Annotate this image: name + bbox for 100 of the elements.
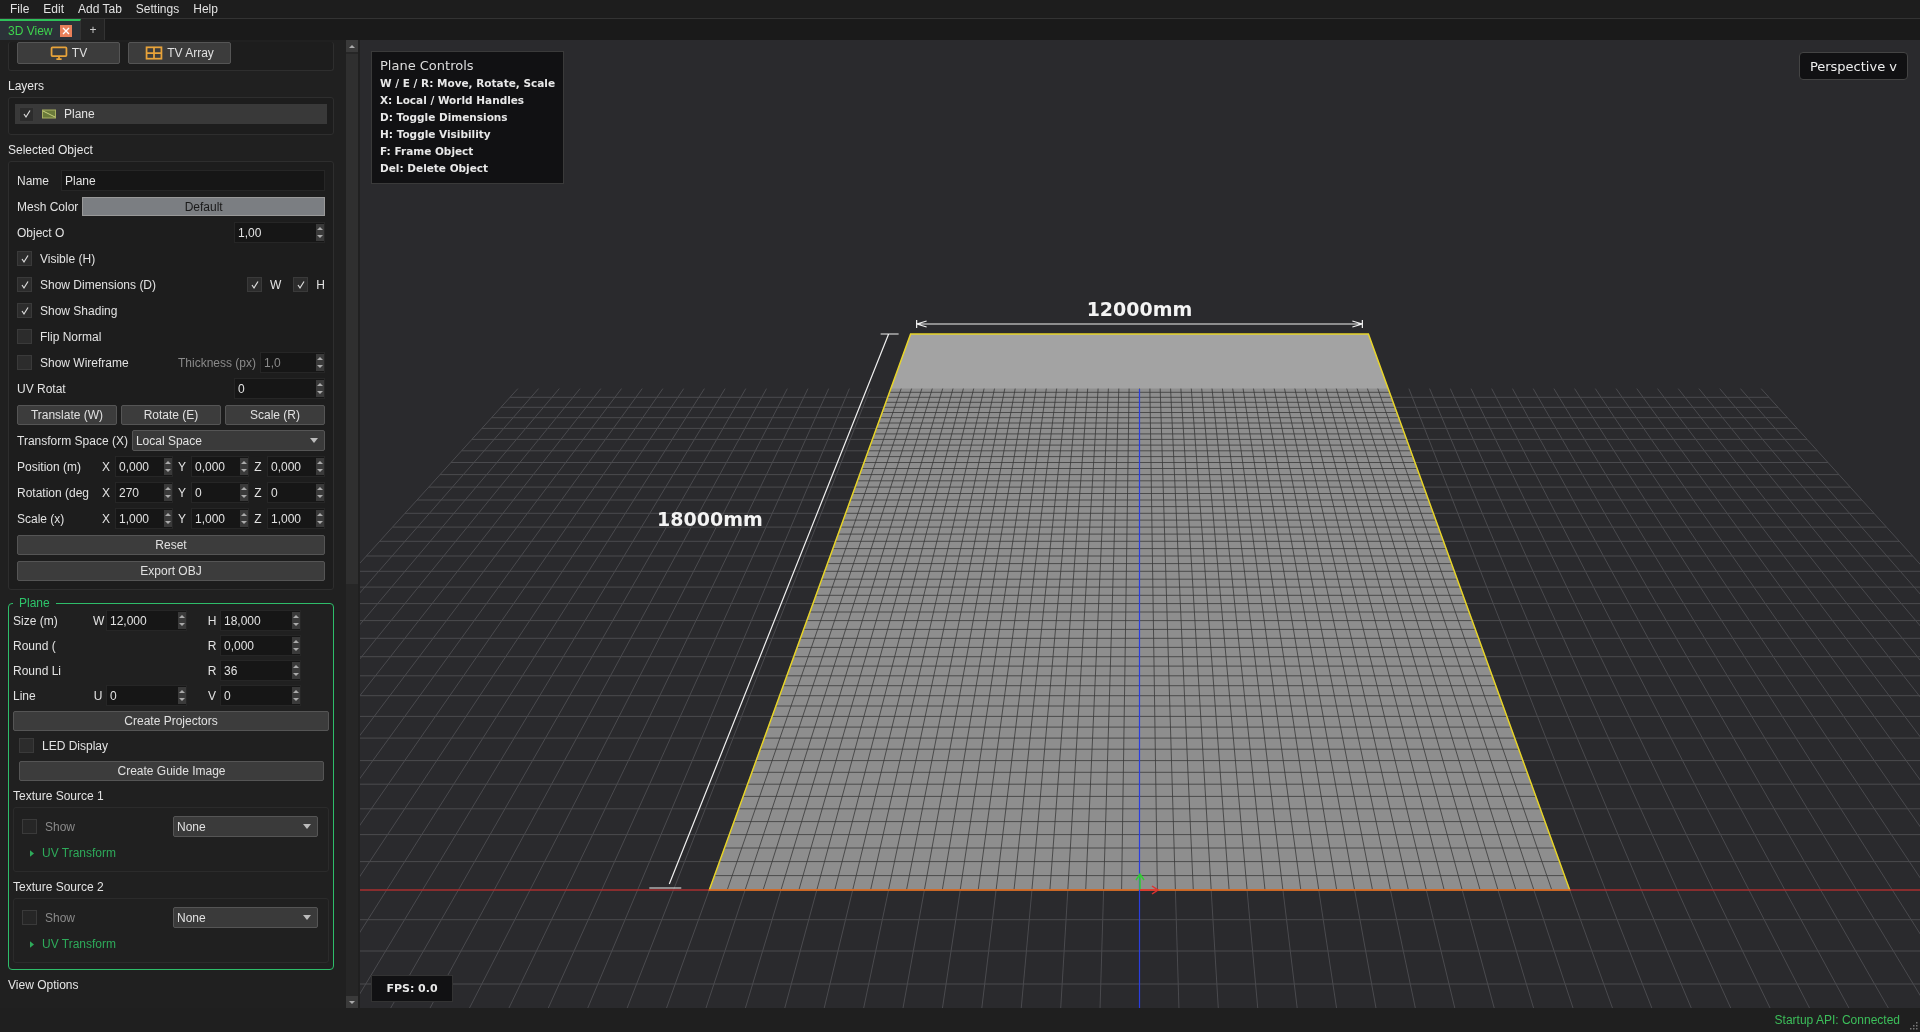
field-label: Scale (x)	[17, 511, 66, 526]
camera-button[interactable]: Perspective v	[1798, 52, 1908, 80]
number-field[interactable]: 270	[115, 482, 173, 503]
stepper-button[interactable]	[164, 484, 172, 501]
number-field[interactable]: 0,000	[115, 456, 173, 477]
stepper-button[interactable]	[292, 612, 300, 629]
action-button[interactable]: Create Projectors	[13, 710, 329, 731]
checkmark-icon	[19, 305, 30, 316]
checkbox[interactable]	[17, 251, 32, 266]
axis-label: X	[101, 511, 111, 526]
stepper-button[interactable]	[316, 380, 324, 397]
transform-button[interactable]: Translate (W)	[17, 404, 117, 425]
number-field[interactable]: 0,000	[267, 456, 325, 477]
stepper-button[interactable]	[316, 458, 324, 475]
section-title: Layers	[8, 79, 45, 93]
stepper-button[interactable]	[178, 612, 186, 629]
menu-item[interactable]: Settings	[129, 2, 188, 16]
expander[interactable]: UV Transform	[22, 845, 116, 861]
expander[interactable]: UV Transform	[22, 936, 116, 952]
resize-grip-icon[interactable]	[1908, 1020, 1918, 1030]
layer-item[interactable]: Plane	[15, 104, 327, 124]
tab[interactable]: 3D View	[0, 19, 82, 40]
number-field[interactable]: 0,000	[220, 635, 301, 656]
number-field[interactable]: 0	[267, 482, 325, 503]
shortcut-text: X: Local / World Handles	[380, 93, 526, 108]
number-field[interactable]: 18,000	[220, 610, 301, 631]
stepper-button[interactable]	[164, 510, 172, 527]
transform-button[interactable]: Rotate (E)	[121, 404, 221, 425]
stepper-button[interactable]	[240, 458, 248, 475]
toolbox-button[interactable]: TV	[17, 42, 120, 64]
stepper-button[interactable]	[292, 662, 300, 679]
caret-icon	[310, 438, 318, 443]
stepper-button[interactable]	[164, 458, 172, 475]
tab[interactable]: +	[81, 19, 106, 40]
close-icon[interactable]	[60, 24, 73, 37]
viewport[interactable]: 12000mm 18000mm Plane Controls W / E / R: Move, Rotate, Scale X: Local / World Handles D: Toggle Dimensions H: Toggle Visibility F: Frame Object Del: Delete Object Perspective v FPS: 0.0	[360, 40, 1920, 1008]
axis-gizmo-icon[interactable]	[1135, 872, 1160, 895]
field-label: Position (m)	[17, 459, 82, 474]
dropdown[interactable]: None	[173, 816, 318, 837]
axis-label: R	[207, 638, 217, 653]
number-field[interactable]: 1,000	[267, 508, 325, 529]
number-field[interactable]: 0	[106, 685, 187, 706]
axis-label: Y	[177, 485, 187, 500]
number-field[interactable]: 0,000	[191, 456, 249, 477]
stepper-button[interactable]	[292, 637, 300, 654]
checkbox[interactable]	[17, 277, 32, 292]
stepper-button[interactable]	[316, 224, 324, 241]
shortcut-text: D: Toggle Dimensions	[380, 110, 509, 125]
checkbox[interactable]	[17, 329, 32, 344]
color-button[interactable]: Default	[82, 197, 325, 216]
field-label: Transform Space (X)	[17, 433, 128, 448]
toolbox-button[interactable]: TV Array	[128, 42, 231, 64]
dropdown[interactable]: Local Space	[131, 430, 325, 451]
number-field[interactable]: 36	[220, 660, 301, 681]
checkbox-label: Show	[45, 910, 77, 925]
checkbox[interactable]	[19, 106, 34, 122]
shortcut-text: F: Frame Object	[380, 144, 475, 159]
menu-item[interactable]: Add Tab	[72, 2, 130, 16]
menu-item[interactable]: Help	[187, 2, 226, 16]
number-field[interactable]: 0	[220, 685, 301, 706]
stepper-button[interactable]	[292, 687, 300, 704]
axis-label: R	[207, 663, 217, 678]
checkbox[interactable]	[293, 277, 309, 292]
number-field[interactable]: 1,000	[191, 508, 249, 529]
plane-icon	[42, 109, 56, 119]
monitor-icon	[49, 46, 68, 60]
menu-item[interactable]: File	[4, 2, 38, 16]
number-field[interactable]: 1,00	[234, 222, 325, 243]
expand-arrow-icon	[30, 849, 34, 857]
number-field[interactable]: 0	[234, 378, 325, 399]
checkmark-icon	[19, 279, 30, 290]
checkbox-label: LED Display	[42, 738, 109, 753]
field-label: Object O	[17, 225, 66, 240]
number-field[interactable]: 1,000	[115, 508, 173, 529]
stepper-button[interactable]	[316, 354, 324, 371]
menu-item[interactable]: Edit	[37, 2, 73, 16]
checkbox[interactable]	[247, 277, 262, 292]
number-field[interactable]: 0	[191, 482, 249, 503]
dimension-label: 12000mm	[1086, 298, 1193, 320]
stepper-button[interactable]	[178, 687, 186, 704]
action-button[interactable]: Create Guide Image	[19, 760, 324, 781]
transform-button[interactable]: Scale (R)	[225, 404, 325, 425]
checkbox-label: W	[270, 277, 282, 292]
dimension-label: 18000mm	[657, 508, 763, 530]
action-button[interactable]: Export OBJ	[17, 560, 325, 581]
dropdown[interactable]: None	[173, 907, 318, 928]
name-field[interactable]: Plane	[61, 170, 325, 191]
checkmark-icon	[295, 279, 306, 290]
number-field[interactable]: 12,000	[106, 610, 187, 631]
checkbox[interactable]	[17, 303, 32, 318]
field-label: Rotation (deg	[17, 485, 91, 500]
stepper-button[interactable]	[240, 484, 248, 501]
scroll-bar[interactable]	[346, 40, 358, 1008]
checkbox[interactable]	[19, 738, 34, 753]
stepper-button[interactable]	[316, 484, 324, 501]
stepper-button[interactable]	[240, 510, 248, 527]
field-label: Round Li	[13, 663, 63, 678]
action-button[interactable]: Reset	[17, 534, 325, 555]
grid-icon	[145, 46, 164, 60]
stepper-button[interactable]	[316, 510, 324, 527]
